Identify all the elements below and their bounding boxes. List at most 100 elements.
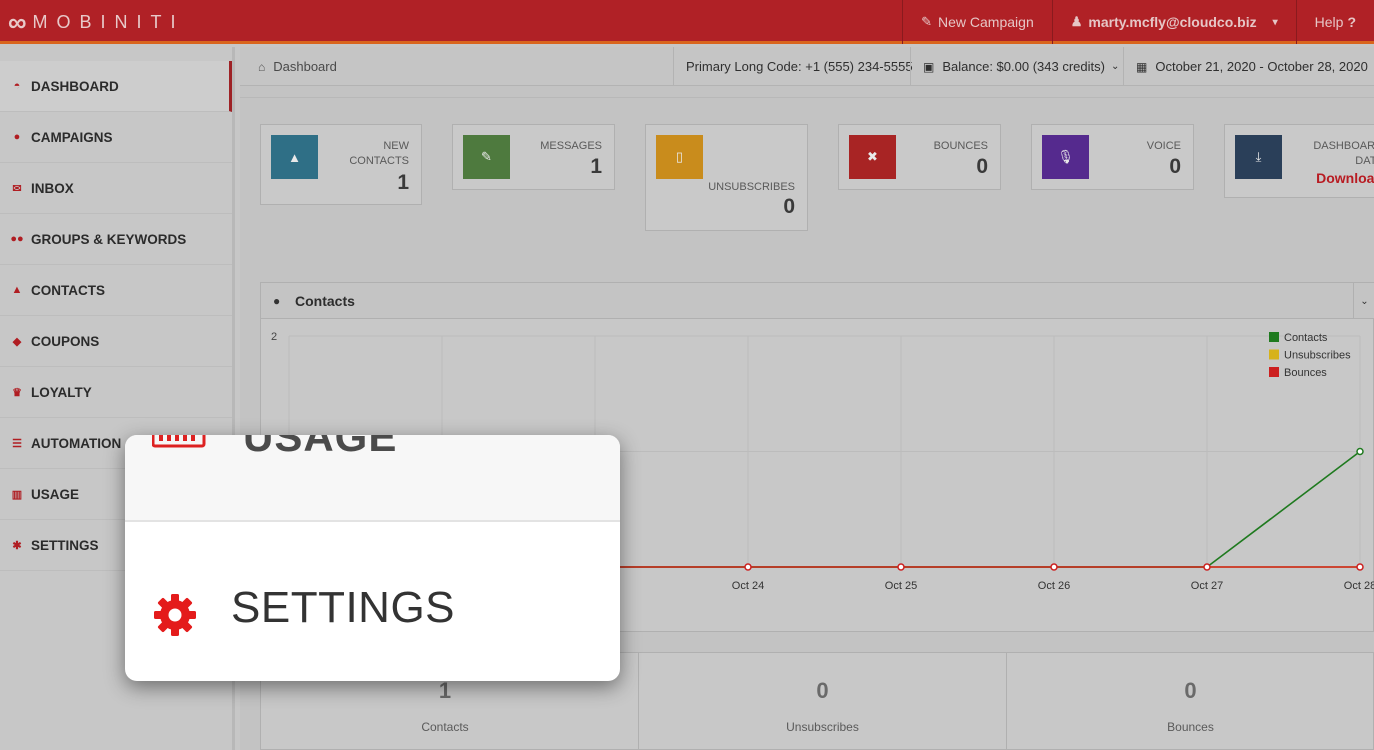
stat-label: VOICE bbox=[1146, 140, 1181, 152]
zoom-settings-label[interactable]: SETTINGS bbox=[231, 583, 455, 633]
stat-messages[interactable]: ✎ MESSAGES 1 bbox=[452, 124, 615, 190]
total-unsubscribes: 0 Unsubscribes bbox=[638, 653, 1006, 750]
sidebar-item-label: CONTACTS bbox=[31, 282, 105, 298]
sidebar-item-coupons[interactable]: ◆ COUPONS bbox=[0, 316, 232, 367]
stat-label: BOUNCES bbox=[933, 140, 988, 152]
dashboard-icon: ◓ bbox=[13, 80, 21, 92]
top-nav: ✎ New Campaign ♟ marty.mcfly@cloudco.biz… bbox=[902, 0, 1374, 44]
stat-new-contacts[interactable]: ▲ NEW CONTACTS 1 bbox=[260, 124, 422, 205]
legend-swatch bbox=[1269, 332, 1279, 342]
data-point-bounces bbox=[1050, 563, 1058, 571]
data-point-bounces bbox=[897, 563, 905, 571]
bar-chart-icon: ▥ bbox=[11, 488, 23, 501]
date-range-text: October 21, 2020 - October 28, 2020 bbox=[1155, 59, 1368, 74]
x-tick-label: Oct 24 bbox=[732, 580, 764, 592]
user-menu[interactable]: ♟ marty.mcfly@cloudco.biz ▾ bbox=[1051, 0, 1296, 44]
total-label: Unsubscribes bbox=[786, 720, 859, 734]
sidebar-item-label: AUTOMATION bbox=[31, 435, 122, 451]
legend-label: Bounces bbox=[1284, 367, 1327, 379]
total-value: 0 bbox=[816, 678, 829, 703]
stat-label: NEW CONTACTS bbox=[349, 140, 409, 167]
stat-label: DASHBOARDDATA bbox=[1313, 140, 1374, 167]
group-icon: ●● bbox=[10, 233, 24, 245]
stat-value: 0 bbox=[976, 155, 988, 178]
sidebar-item-label: CAMPAIGNS bbox=[31, 129, 113, 145]
stat-value: 0 bbox=[1169, 155, 1181, 178]
panel-header: ● Contacts ⌄ bbox=[261, 283, 1374, 319]
infinity-logo-icon: ∞ bbox=[8, 7, 26, 37]
stat-bounces[interactable]: ✖ BOUNCES 0 bbox=[838, 124, 1001, 190]
long-code-text: Primary Long Code: +1 (555) 234-5555 bbox=[686, 59, 913, 74]
y-tick-label: 2 bbox=[271, 331, 277, 343]
breadcrumb-label: Dashboard bbox=[273, 59, 337, 74]
sidebar-item-label: GROUPS & KEYWORDS bbox=[31, 231, 187, 247]
calendar-icon: ▦ bbox=[1136, 59, 1148, 74]
legend-swatch bbox=[1269, 349, 1279, 360]
mobiniti-logo[interactable]: ∞ MOBINITI bbox=[8, 7, 185, 37]
sidebar-item-groups-keywords[interactable]: ●● GROUPS & KEYWORDS bbox=[0, 214, 232, 265]
x-tick-label: Oct 26 bbox=[1038, 580, 1070, 592]
sidebar-item-campaigns[interactable]: ● CAMPAIGNS bbox=[0, 112, 232, 163]
question-icon: ? bbox=[1347, 14, 1356, 30]
breadcrumb[interactable]: ⌂ Dashboard bbox=[258, 59, 337, 74]
sidebar-item-dashboard[interactable]: ◓ DASHBOARD bbox=[0, 61, 232, 112]
stat-value: 0 bbox=[783, 195, 795, 218]
stat-voice[interactable]: 🎙︎ VOICE 0 bbox=[1031, 124, 1194, 190]
x-tick-label: Oct 25 bbox=[885, 580, 917, 592]
panel-title: Contacts bbox=[295, 293, 355, 309]
balance-dropdown[interactable]: ▣ Balance: $0.00 (343 credits) ⌄ bbox=[910, 47, 1131, 86]
sidebar-item-label: INBOX bbox=[31, 180, 74, 196]
help-button[interactable]: Help ? bbox=[1295, 0, 1374, 44]
x-tick-label: Oct 28 bbox=[1344, 580, 1374, 592]
legend-swatch bbox=[1269, 367, 1279, 377]
data-point-bounces bbox=[1356, 563, 1364, 571]
sidebar-item-label: SETTINGS bbox=[31, 537, 99, 553]
sidebar-item-label: LOYALTY bbox=[31, 384, 92, 400]
chevron-down-icon: ▾ bbox=[1272, 16, 1278, 28]
chat-bubble-icon: ● bbox=[273, 294, 281, 308]
brand-name: MOBINITI bbox=[32, 11, 185, 32]
list-icon: ☰ bbox=[12, 437, 22, 450]
person-icon: ♟ bbox=[1070, 14, 1083, 29]
data-point-contacts bbox=[1356, 447, 1364, 456]
user-email: marty.mcfly@cloudco.biz bbox=[1088, 14, 1257, 30]
sidebar-item-inbox[interactable]: ✉ INBOX bbox=[0, 163, 232, 214]
user-icon: ▲ bbox=[11, 284, 23, 296]
trophy-icon: ♛ bbox=[12, 386, 22, 399]
new-campaign-label: New Campaign bbox=[938, 14, 1034, 30]
data-point-bounces bbox=[1203, 563, 1211, 571]
money-icon: ▣ bbox=[923, 59, 935, 74]
date-range-picker[interactable]: ▦ October 21, 2020 - October 28, 2020 ⌄ bbox=[1123, 47, 1374, 86]
top-bar: ∞ MOBINITI ✎ New Campaign ♟ marty.mcfly@… bbox=[0, 0, 1374, 44]
divider bbox=[240, 97, 1374, 98]
download-icon: ⤓ bbox=[1235, 135, 1282, 179]
close-icon: ✖ bbox=[849, 135, 896, 179]
bar-chart-icon bbox=[152, 435, 206, 448]
zoom-callout: USAGE SETTINGS bbox=[125, 435, 620, 681]
chevron-down-icon: ⌄ bbox=[1110, 61, 1120, 72]
gear-icon: ✱ bbox=[12, 539, 22, 552]
stat-dashboard-data: ⤓ DASHBOARDDATA Download bbox=[1224, 124, 1374, 198]
help-label: Help bbox=[1314, 14, 1344, 30]
edit-icon: ✎ bbox=[921, 14, 933, 29]
sidebar-item-contacts[interactable]: ▲ CONTACTS bbox=[0, 265, 232, 316]
gear-icon bbox=[154, 594, 196, 636]
microphone-icon: 🎙︎ bbox=[1042, 135, 1089, 179]
stat-unsubscribes[interactable]: ▯ UNSUBSCRIBES 0 bbox=[645, 124, 808, 231]
sidebar-item-label: DASHBOARD bbox=[31, 78, 119, 94]
tag-icon: ◆ bbox=[12, 335, 22, 348]
user-icon: ▲ bbox=[271, 135, 318, 179]
legend-label: Contacts bbox=[1284, 332, 1328, 344]
sidebar-item-loyalty[interactable]: ♛ LOYALTY bbox=[0, 367, 232, 418]
zoom-usage-row: USAGE bbox=[125, 435, 620, 522]
total-label: Contacts bbox=[421, 720, 469, 734]
sidebar-item-label: COUPONS bbox=[31, 333, 100, 349]
chat-bubble-icon: ● bbox=[13, 131, 21, 143]
collapse-toggle-chevron-icon[interactable]: ⌄ bbox=[1353, 283, 1374, 319]
stat-label: MESSAGES bbox=[540, 140, 602, 152]
new-campaign-button[interactable]: ✎ New Campaign bbox=[902, 0, 1052, 44]
phone-icon: ▯ bbox=[656, 135, 703, 179]
total-value: 0 bbox=[1184, 678, 1197, 703]
download-link[interactable]: Download bbox=[1316, 170, 1374, 186]
envelope-icon: ✉ bbox=[12, 182, 22, 195]
